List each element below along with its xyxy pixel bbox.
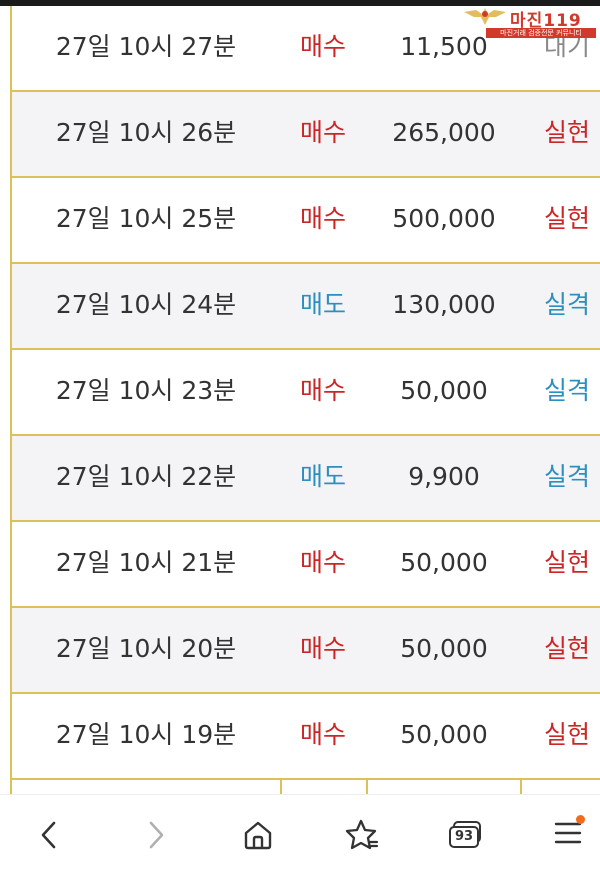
back-button[interactable] (26, 811, 74, 859)
trade-status: 실현 (544, 634, 591, 663)
table-row: 27일 10시 21분 매수 50,000 실현 (12, 522, 600, 608)
trade-type: 매도 (299, 290, 346, 319)
trade-type: 매수 (299, 720, 346, 749)
trade-type: 매도 (299, 462, 346, 491)
star-bookmark-icon (345, 819, 379, 850)
trade-status: 실현 (544, 118, 591, 147)
trade-type: 매수 (299, 376, 346, 405)
tabs-button[interactable]: 93 (442, 811, 490, 859)
table-row: 27일 10시 25분 매수 500,000 실현 (12, 178, 600, 264)
menu-button[interactable] (544, 811, 592, 859)
bookmarks-button[interactable] (338, 811, 386, 859)
trade-status: 실격 (544, 462, 591, 491)
watermark-subtitle: 마진거래 검증전문 커뮤니티 (486, 28, 596, 38)
trade-status: 실격 (544, 376, 591, 405)
trade-time: 27일 10시 27분 (55, 32, 237, 61)
table-row: 27일 10시 23분 매수 50,000 실격 (12, 350, 600, 436)
table-row: 27일 10시 24분 매도 130,000 실격 (12, 264, 600, 350)
trade-status: 실현 (544, 204, 591, 233)
trade-time: 27일 10시 24분 (55, 290, 237, 319)
trade-amount: 130,000 (392, 290, 496, 319)
trade-type: 매수 (299, 548, 346, 577)
trade-amount: 50,000 (400, 376, 488, 405)
trade-type: 매수 (299, 634, 346, 663)
trade-amount: 50,000 (400, 548, 488, 577)
trade-time: 27일 10시 21분 (55, 548, 237, 577)
trade-type: 매수 (299, 118, 346, 147)
eagle-emblem-icon (464, 8, 506, 25)
trade-time: 27일 10시 26분 (55, 118, 237, 147)
trade-type: 매수 (299, 32, 346, 61)
trade-status: 실격 (544, 290, 591, 319)
table-row: 27일 10시 20분 매수 50,000 실현 (12, 608, 600, 694)
trade-time: 27일 10시 25분 (55, 204, 237, 233)
trade-amount: 9,900 (408, 462, 480, 491)
home-icon (244, 821, 272, 850)
table-row: 27일 10시 19분 매수 50,000 실현 (12, 694, 600, 780)
home-button[interactable] (234, 811, 282, 859)
trade-type: 매수 (299, 204, 346, 233)
table-row: 27일 10시 26분 매수 265,000 실현 (12, 92, 600, 178)
chevron-left-icon (41, 821, 56, 849)
trade-time: 27일 10시 23분 (55, 376, 237, 405)
notification-dot (576, 815, 585, 824)
trade-time: 27일 10시 19분 (55, 720, 237, 749)
trade-amount: 500,000 (392, 204, 496, 233)
trade-amount: 265,000 (392, 118, 496, 147)
table-row: 27일 10시 22분 매도 9,900 실격 (12, 436, 600, 522)
trade-time: 27일 10시 22분 (55, 462, 237, 491)
trade-status: 실현 (544, 720, 591, 749)
tabs-icon: 93 (449, 821, 483, 849)
site-watermark-logo: 마진119 마진거래 검증전문 커뮤니티 (460, 4, 600, 38)
tabs-count: 93 (449, 826, 479, 848)
browser-bottom-nav: 93 (0, 794, 600, 873)
trade-time: 27일 10시 20분 (55, 634, 237, 663)
trade-amount: 50,000 (400, 720, 488, 749)
chevron-right-icon (149, 821, 164, 849)
forward-button[interactable] (131, 811, 179, 859)
trade-amount: 50,000 (400, 634, 488, 663)
trade-history-table: 27일 10시 27분 매수 11,500 대기 27일 10시 26분 매수 265,00… (10, 6, 600, 794)
trade-status: 실현 (544, 548, 591, 577)
